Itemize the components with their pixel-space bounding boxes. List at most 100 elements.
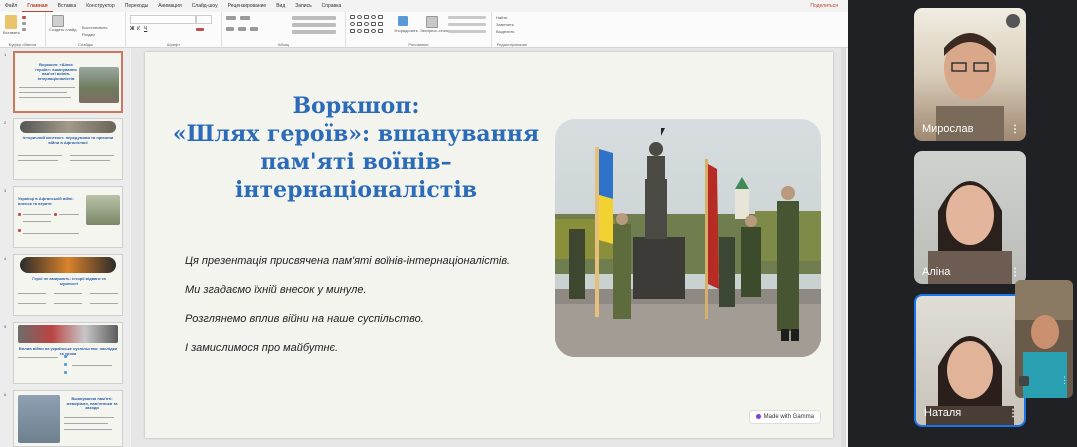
slide-thumbnail-6[interactable]: Вшанування пам'яті: меморіали, пам'ятник… (13, 390, 123, 447)
thumb-bullet-icon (54, 213, 57, 216)
slide-title[interactable]: Воркшоп: «Шлях героїв»: вшанування пам'я… (161, 92, 551, 204)
font-size-select[interactable] (196, 15, 212, 24)
tab-slideshow[interactable]: Слайд-шоу (187, 0, 223, 12)
shape-icon[interactable] (364, 22, 369, 26)
underline-button[interactable]: Ч (144, 26, 147, 32)
thumb-bullet-icon (64, 355, 67, 358)
quick-styles-icon[interactable] (426, 16, 438, 28)
tab-file[interactable]: Файл (0, 0, 22, 12)
numbering-icon[interactable] (240, 16, 250, 20)
new-slide-icon[interactable] (52, 15, 64, 27)
share-button[interactable]: Поделиться (810, 3, 838, 9)
thumb-text-line (23, 221, 51, 222)
more-options-icon[interactable]: ⋮ (1060, 375, 1069, 386)
quick-styles-label[interactable]: Экспресс-стили (420, 28, 449, 33)
shape-icon[interactable] (364, 15, 369, 19)
shape-icon[interactable] (371, 29, 376, 33)
shape-icon[interactable] (357, 29, 362, 33)
text-direction-icon[interactable] (292, 16, 336, 20)
shape-fill-icon[interactable] (448, 16, 486, 19)
participant-tile-3[interactable]: Наталя ⋮ (914, 294, 1026, 427)
participant-tile-1[interactable]: Мирослав ⋮ (914, 8, 1026, 141)
find-button[interactable]: Найти (496, 15, 507, 20)
font-color-icon[interactable] (196, 28, 204, 31)
slide-thumbnail-2[interactable]: Історичний контекст: передумови та причи… (13, 118, 123, 180)
shape-icon[interactable] (371, 15, 376, 19)
arrange-icon[interactable] (398, 16, 408, 26)
font-name-select[interactable] (130, 15, 196, 24)
format-painter-icon[interactable] (22, 28, 26, 31)
slide-bullet[interactable]: Ми згадаємо їхній внесок у минуле. (185, 284, 367, 296)
bold-button[interactable]: Ж (130, 26, 135, 32)
shape-icon[interactable] (350, 29, 355, 33)
tab-help[interactable]: Справка (317, 0, 347, 12)
tab-home[interactable]: Главная (22, 0, 53, 12)
tab-review[interactable]: Рецензирование (223, 0, 272, 12)
tab-view[interactable]: Вид (271, 0, 290, 12)
participant-name: Аліна (922, 266, 951, 278)
slide-thumbnail-3[interactable]: Українці в Афганській війні: внесок та в… (13, 186, 123, 248)
made-with-gamma-badge[interactable]: Made with Gamma (748, 409, 821, 424)
slide-bullet[interactable]: Розглянемо вплив війни на наше суспільст… (185, 313, 424, 325)
thumb-image (18, 325, 118, 343)
shape-icon[interactable] (350, 22, 355, 26)
tab-insert[interactable]: Вставка (53, 0, 82, 12)
restore-button[interactable]: Восстановить (82, 25, 108, 30)
cut-icon[interactable] (22, 16, 26, 19)
shape-icon[interactable] (378, 22, 383, 26)
more-options-icon[interactable]: ⋮ (1010, 124, 1020, 135)
vertical-scrollbar[interactable] (841, 48, 846, 447)
thumb-text-line (64, 423, 108, 424)
replace-button[interactable]: Заменить (496, 22, 514, 27)
tab-transitions[interactable]: Переходы (120, 0, 153, 12)
align-center-icon[interactable] (238, 27, 246, 31)
self-view-tile[interactable]: ⋮ (1015, 280, 1073, 398)
slide-title-line: «Шлях героїв»: вшанування (172, 121, 540, 147)
participant-video (936, 33, 1004, 141)
current-slide[interactable]: Воркшоп: «Шлях героїв»: вшанування пам'я… (145, 52, 833, 438)
tab-animation[interactable]: Анимация (153, 0, 186, 12)
thumb-title: Герої не вмирають: історії відваги та му… (32, 276, 106, 286)
slide-title-line: пам'яті воїнів– (260, 149, 452, 175)
slides-group-label: Слайды (78, 42, 93, 47)
slide-bullet[interactable]: І замислимося про майбутнє. (185, 342, 338, 354)
shape-icon[interactable] (371, 22, 376, 26)
slide-bullet[interactable]: Ця презентація присвячена пам'яті воїнів… (185, 255, 510, 267)
more-options-icon[interactable]: ⋮ (1008, 408, 1018, 419)
shape-outline-icon[interactable] (448, 23, 486, 26)
copy-icon[interactable] (22, 22, 26, 25)
slide-thumbnail-4[interactable]: Герої не вмирають: історії відваги та му… (13, 254, 123, 316)
align-right-icon[interactable] (250, 27, 258, 31)
shape-icon[interactable] (357, 22, 362, 26)
align-left-icon[interactable] (226, 27, 234, 31)
new-slide-label[interactable]: Создать слайд (49, 27, 76, 32)
edit-icon[interactable] (1019, 376, 1029, 386)
more-options-icon[interactable]: ⋮ (1010, 267, 1020, 278)
bullets-icon[interactable] (226, 16, 236, 20)
tab-design[interactable]: Конструктор (81, 0, 120, 12)
shape-icon[interactable] (357, 15, 362, 19)
tab-record[interactable]: Запись (290, 0, 316, 12)
paste-icon[interactable] (5, 15, 17, 29)
thumb-text-line (18, 160, 58, 161)
smartart-icon[interactable] (292, 30, 336, 34)
thumb-number: 5 (4, 324, 7, 329)
shape-icon[interactable] (350, 15, 355, 19)
thumb-title: Історичний контекст: передумови та причи… (22, 135, 114, 145)
memorial-photo[interactable] (555, 119, 821, 357)
shape-effects-icon[interactable] (448, 30, 486, 33)
participant-tile-2[interactable]: Аліна ⋮ (914, 151, 1026, 284)
shape-icon[interactable] (364, 29, 369, 33)
ribbon: Вставить Буфер обмена Создать слайд Восс… (0, 12, 848, 48)
arrange-label[interactable]: Упорядочить (394, 28, 418, 33)
section-button[interactable]: Раздел (82, 32, 95, 37)
select-button[interactable]: Выделить (496, 29, 514, 34)
slide-thumbnail-1[interactable]: Воркшоп: «Шлях героїв»: вшанування пам'я… (13, 51, 123, 113)
shape-icon[interactable] (378, 15, 383, 19)
align-text-icon[interactable] (292, 23, 336, 27)
italic-button[interactable]: К (137, 26, 140, 32)
thumb-text-line (18, 293, 46, 294)
paste-label[interactable]: Вставить (3, 30, 20, 35)
slide-thumbnail-5[interactable]: Вплив війни на українське суспільство: н… (13, 322, 123, 384)
shape-icon[interactable] (378, 29, 383, 33)
